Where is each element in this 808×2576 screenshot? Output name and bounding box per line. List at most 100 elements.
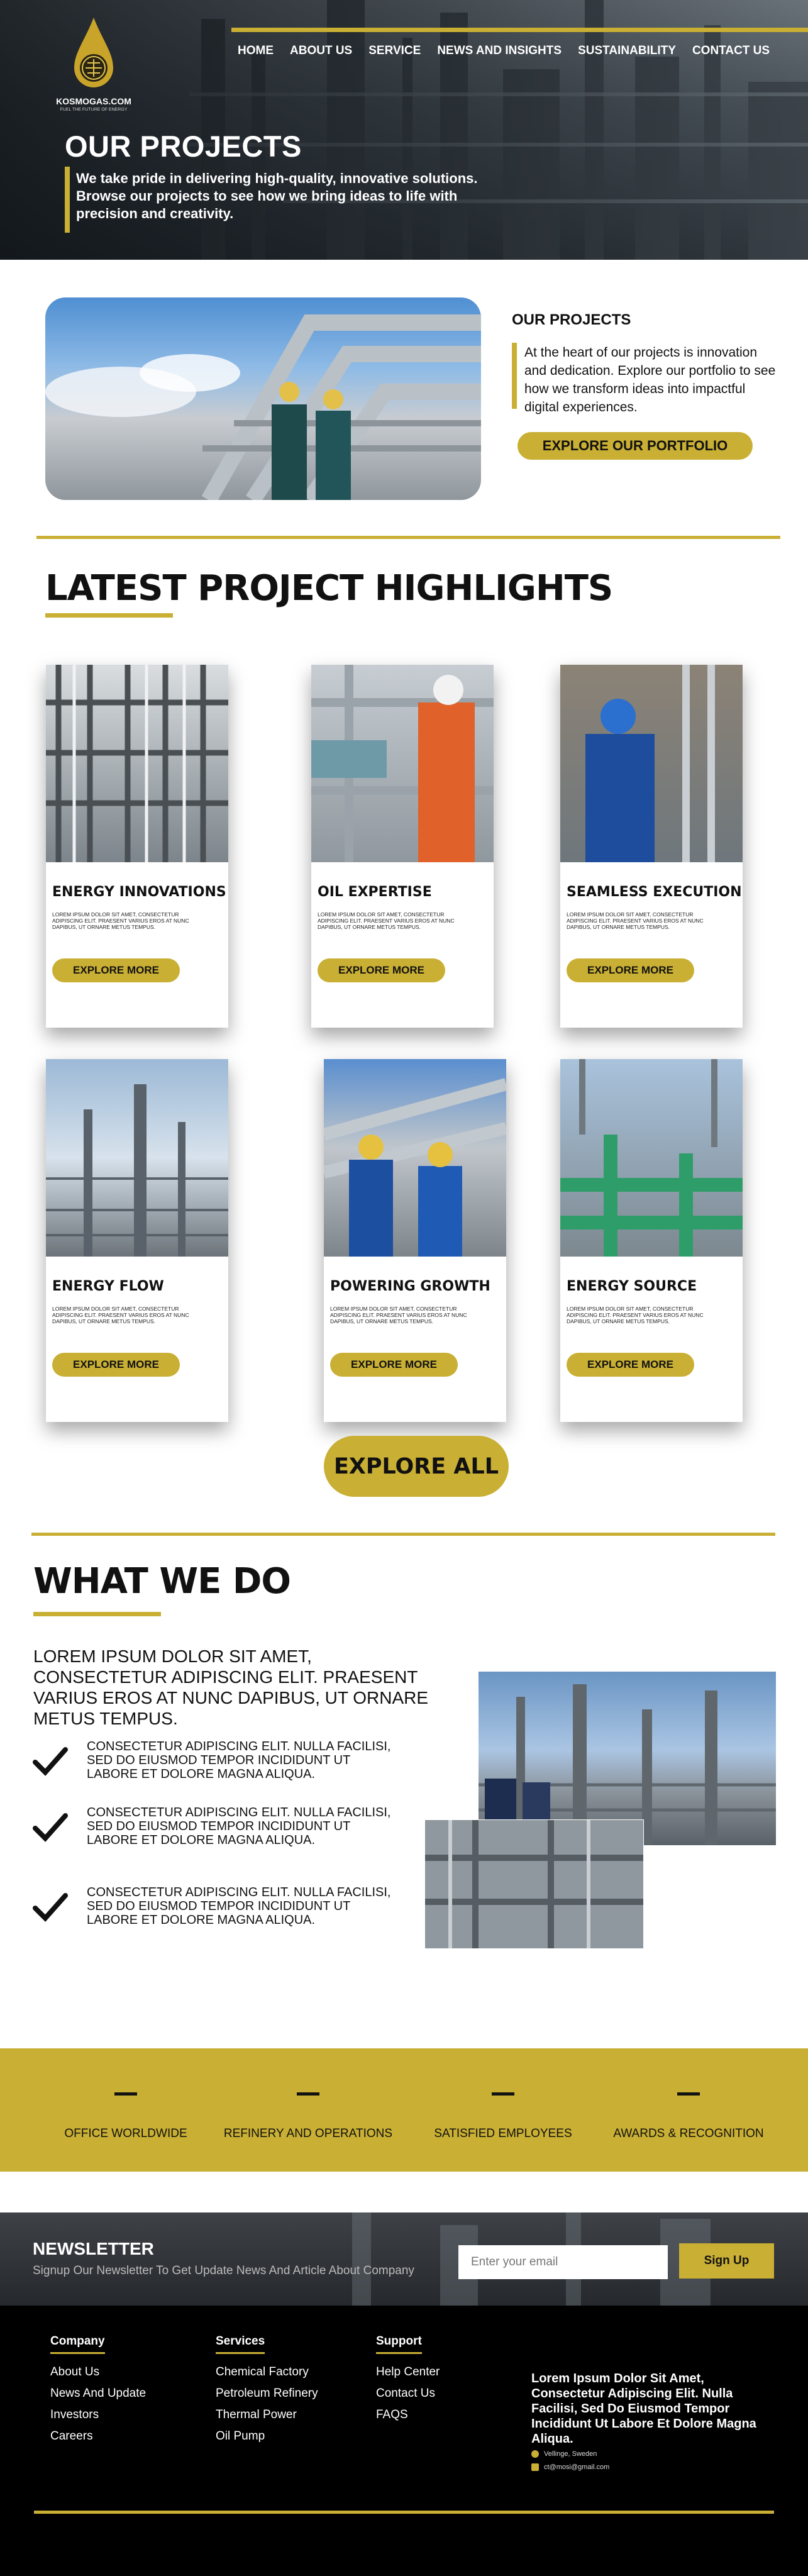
project-card: ENERGY SOURCE LOREM IPSUM DOLOR SIT AMET… [560, 1059, 743, 1422]
brand-name: KOSMOGAS.COM [56, 96, 131, 106]
card-title: POWERING GROWTH [330, 1279, 490, 1294]
footer-location: Vellinge, Sweden [531, 2450, 597, 2458]
footer-email-text: ct@mosi@gmail.com [544, 2463, 610, 2471]
card-text: LOREM IPSUM DOLOR SIT AMET, CONSECTETUR … [52, 1306, 189, 1324]
oil-drop-logo-icon [74, 18, 113, 87]
card-text: LOREM IPSUM DOLOR SIT AMET, CONSECTETUR … [567, 911, 704, 930]
hero-title: OUR PROJECTS [65, 130, 302, 163]
stat-item: AWARDS & RECOGNITION [594, 2048, 783, 2141]
project-photo [46, 665, 228, 862]
highlights-underline [45, 613, 173, 618]
stats-band: OFFICE WORLDWIDE REFINERY AND OPERATIONS… [0, 2048, 808, 2172]
email-input[interactable] [458, 2245, 668, 2279]
stat-label: OFFICE WORLDWIDE [64, 2127, 187, 2140]
stat-item: OFFICE WORLDWIDE [31, 2048, 220, 2141]
intro-accent-bar [512, 343, 517, 409]
main-nav: HOME ABOUT US SERVICE NEWS AND INSIGHTS … [238, 44, 770, 58]
intro-text: At the heart of our projects is innovati… [524, 345, 776, 414]
feature-text: CONSECTETUR ADIPISCING ELIT. NULLA FACIL… [87, 1885, 391, 1927]
project-photo [324, 1059, 506, 1257]
footer-accent-line [34, 2511, 774, 2514]
highlights-title: LATEST PROJECT HIGHLIGHTS [45, 568, 613, 609]
footer-link-contact-us[interactable]: Contact Us [376, 2387, 440, 2401]
checkmark-icon [33, 1893, 68, 1922]
nav-about-us[interactable]: ABOUT US [290, 44, 352, 58]
footer-location-text: Vellinge, Sweden [544, 2450, 597, 2458]
explore-all-button[interactable]: EXPLORE ALL [324, 1436, 509, 1497]
stat-value-placeholder [492, 2092, 514, 2096]
industrial-plant-photo [424, 1819, 644, 1949]
card-title: ENERGY INNOVATIONS [52, 884, 226, 900]
footer-link-chemical-factory[interactable]: Chemical Factory [216, 2365, 318, 2379]
footer-about-text: Lorem Ipsum Dolor Sit Amet, Consectetur … [531, 2372, 756, 2446]
footer-link-investors[interactable]: Investors [50, 2408, 146, 2422]
project-photo [46, 1059, 228, 1257]
stat-value-placeholder [114, 2092, 137, 2096]
sign-up-button[interactable]: Sign Up [679, 2243, 774, 2279]
card-text: LOREM IPSUM DOLOR SIT AMET, CONSECTETUR … [567, 1306, 704, 1324]
footer-link-news[interactable]: News And Update [50, 2387, 146, 2401]
card-title: ENERGY SOURCE [567, 1279, 697, 1294]
nav-contact-us[interactable]: CONTACT US [692, 44, 770, 58]
card-title: SEAMLESS EXECUTION [567, 884, 742, 900]
stat-label: AWARDS & RECOGNITION [613, 2127, 764, 2140]
footer-link-thermal-power[interactable]: Thermal Power [216, 2408, 318, 2422]
explore-more-button[interactable]: EXPLORE MORE [567, 958, 694, 982]
footer-email[interactable]: ct@mosi@gmail.com [531, 2463, 609, 2471]
footer-services-column: Services Chemical Factory Petroleum Refi… [216, 2334, 318, 2451]
card-text: LOREM IPSUM DOLOR SIT AMET, CONSECTETUR … [318, 911, 455, 930]
project-card: SEAMLESS EXECUTION LOREM IPSUM DOLOR SIT… [560, 665, 743, 1028]
stat-item: REFINERY AND OPERATIONS [214, 2048, 402, 2141]
feature-text: CONSECTETUR ADIPISCING ELIT. NULLA FACIL… [87, 1740, 391, 1781]
footer-link-help-center[interactable]: Help Center [376, 2365, 440, 2379]
footer-link-petroleum-refinery[interactable]: Petroleum Refinery [216, 2387, 318, 2401]
footer-column-title: Services [216, 2334, 265, 2354]
what-we-do-lead: LOREM IPSUM DOLOR SIT AMET, CONSECTETUR … [33, 1646, 429, 1728]
project-photo [560, 665, 743, 862]
project-card: POWERING GROWTH LOREM IPSUM DOLOR SIT AM… [324, 1059, 506, 1422]
explore-more-button[interactable]: EXPLORE MORE [318, 958, 445, 982]
explore-more-button[interactable]: EXPLORE MORE [330, 1353, 458, 1377]
hero-subtitle: We take pride in delivering high-quality… [76, 170, 478, 221]
intro-title: OUR PROJECTS [512, 311, 631, 328]
project-card: ENERGY FLOW LOREM IPSUM DOLOR SIT AMET, … [46, 1059, 228, 1422]
card-title: OIL EXPERTISE [318, 884, 432, 900]
explore-more-button[interactable]: EXPLORE MORE [52, 958, 180, 982]
section-divider [31, 1533, 775, 1536]
brand-logo[interactable]: KOSMOGAS.COM FUEL THE FUTURE OF ENERGY [47, 16, 141, 112]
footer-support-column: Support Help Center Contact Us FAQS [376, 2334, 440, 2429]
card-title: ENERGY FLOW [52, 1279, 164, 1294]
explore-portfolio-button[interactable]: EXPLORE OUR PORTFOLIO [517, 432, 753, 460]
nav-service[interactable]: SERVICE [368, 44, 421, 58]
checkmark-icon [33, 1747, 68, 1776]
footer-company-column: Company About Us News And Update Investo… [50, 2334, 146, 2451]
card-text: LOREM IPSUM DOLOR SIT AMET, CONSECTETUR … [52, 911, 189, 930]
stat-item: SATISFIED EMPLOYEES [409, 2048, 597, 2141]
engineers-pipes-photo [45, 314, 481, 500]
location-icon [531, 2450, 539, 2458]
card-text: LOREM IPSUM DOLOR SIT AMET, CONSECTETUR … [330, 1306, 467, 1324]
intro-image [45, 297, 481, 500]
footer-link-careers[interactable]: Careers [50, 2429, 146, 2443]
newsletter-subtitle: Signup Our Newsletter To Get Update News… [33, 2264, 414, 2277]
nav-sustainability[interactable]: SUSTAINABILITY [578, 44, 676, 58]
project-card: ENERGY INNOVATIONS LOREM IPSUM DOLOR SIT… [46, 665, 228, 1028]
explore-more-button[interactable]: EXPLORE MORE [52, 1353, 180, 1377]
footer-link-faqs[interactable]: FAQS [376, 2408, 440, 2422]
footer-link-about-us[interactable]: About Us [50, 2365, 146, 2379]
stat-value-placeholder [297, 2092, 319, 2096]
checkmark-icon [33, 1813, 68, 1842]
footer-column-title: Company [50, 2334, 105, 2354]
nav-home[interactable]: HOME [238, 44, 274, 58]
explore-more-button[interactable]: EXPLORE MORE [567, 1353, 694, 1377]
project-card: OIL EXPERTISE LOREM IPSUM DOLOR SIT AMET… [311, 665, 494, 1028]
footer-link-oil-pump[interactable]: Oil Pump [216, 2429, 318, 2443]
feature-text: CONSECTETUR ADIPISCING ELIT. NULLA FACIL… [87, 1806, 391, 1847]
stat-label: REFINERY AND OPERATIONS [223, 2127, 393, 2140]
what-we-do-underline [33, 1612, 161, 1616]
nav-accent-line [231, 28, 808, 32]
mail-icon [531, 2463, 539, 2471]
what-we-do-title: WHAT WE DO [33, 1561, 291, 1602]
nav-news-and-insights[interactable]: NEWS AND INSIGHTS [437, 44, 562, 58]
brand-tagline: FUEL THE FUTURE OF ENERGY [60, 108, 128, 112]
